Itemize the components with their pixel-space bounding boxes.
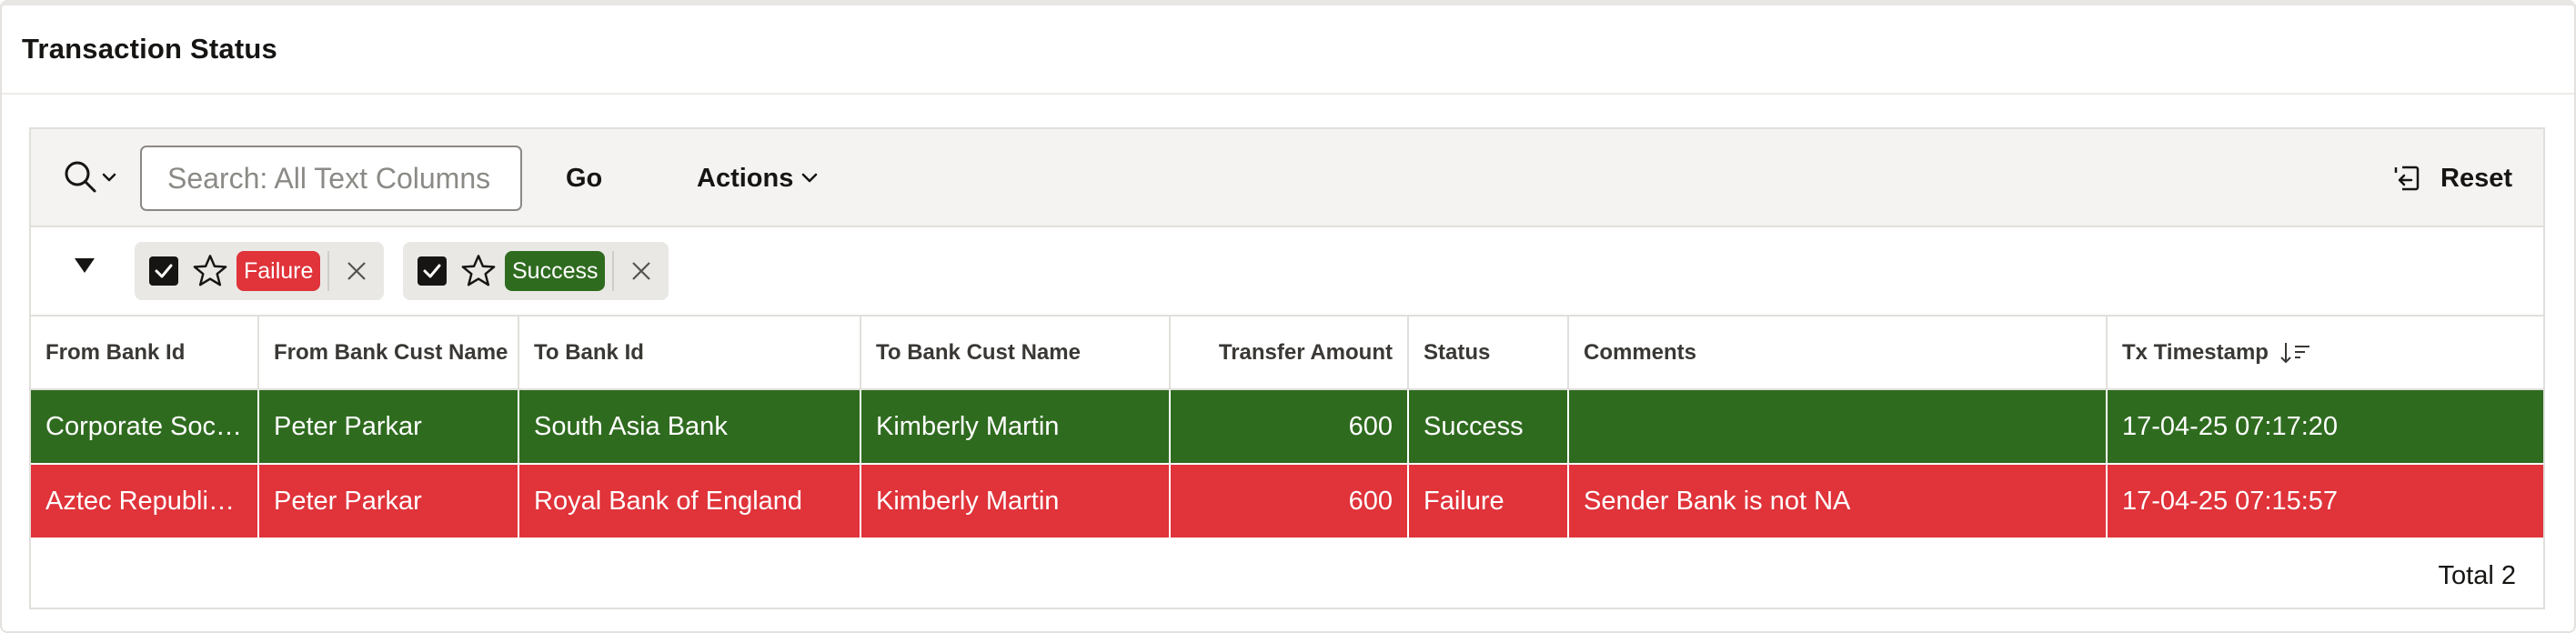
actions-menu-button[interactable]: Actions <box>679 146 837 211</box>
go-button[interactable]: Go <box>546 146 622 211</box>
region-header: Transaction Status <box>2 5 2574 95</box>
star-icon[interactable] <box>191 252 229 290</box>
close-icon <box>632 262 651 280</box>
cell-to-bank-id: Royal Bank of England <box>518 464 861 539</box>
transaction-status-region: Transaction Status Go Actions <box>0 0 2576 633</box>
actions-label: Actions <box>697 164 794 193</box>
filter-enable-checkbox[interactable] <box>418 256 447 286</box>
filter-label[interactable]: Failure <box>236 251 321 291</box>
filter-enable-checkbox[interactable] <box>149 256 178 286</box>
highlight-filters-bar: Failure Success <box>31 227 2543 316</box>
cell-to-bank-cust-name: Kimberly Martin <box>860 389 1171 465</box>
cell-tx-timestamp: 17-04-25 07:17:20 <box>2107 389 2543 465</box>
cell-from-bank-id: Corporate Soci… <box>31 389 259 465</box>
cell-tx-timestamp: 17-04-25 07:15:57 <box>2107 464 2543 539</box>
search-icon <box>65 161 116 193</box>
close-icon <box>347 262 367 280</box>
table-row: Corporate Soci… Peter Parkar South Asia … <box>31 389 2543 465</box>
cell-to-bank-id: South Asia Bank <box>518 389 861 465</box>
filter-label[interactable]: Success <box>505 251 606 291</box>
cell-transfer-amount: 600 <box>1170 464 1409 539</box>
cell-transfer-amount: 600 <box>1170 389 1409 465</box>
column-header-comments[interactable]: Comments <box>1568 316 2108 390</box>
row-count-total: Total 2 <box>2438 561 2516 590</box>
star-icon[interactable] <box>459 252 498 290</box>
remove-filter-button[interactable] <box>614 242 669 300</box>
cell-comments <box>1568 389 2108 465</box>
cell-status: Failure <box>1408 464 1569 539</box>
chevron-down-icon <box>802 173 818 183</box>
column-header-status[interactable]: Status <box>1408 316 1569 390</box>
interactive-report: Go Actions Reset <box>29 127 2545 609</box>
column-header-from-bank-cust-name[interactable]: From Bank Cust Name <box>258 316 519 390</box>
table-header-row: From Bank Id From Bank Cust Name To Bank… <box>31 316 2543 390</box>
cell-from-bank-cust-name: Peter Parkar <box>258 389 519 465</box>
checkmark-icon <box>155 264 173 278</box>
reset-label: Reset <box>2440 163 2512 193</box>
report-toolbar: Go Actions Reset <box>31 129 2543 227</box>
collapse-filters-toggle[interactable] <box>75 258 95 273</box>
filter-chip-failure: Failure <box>135 242 385 300</box>
column-header-label: Tx Timestamp <box>2122 339 2269 365</box>
cell-to-bank-cust-name: Kimberly Martin <box>860 464 1171 539</box>
column-header-from-bank-id[interactable]: From Bank Id <box>31 316 259 390</box>
table-row: Aztec Republic… Peter Parkar Royal Bank … <box>31 464 2543 539</box>
report-table: From Bank Id From Bank Cust Name To Bank… <box>31 316 2543 539</box>
column-header-to-bank-cust-name[interactable]: To Bank Cust Name <box>860 316 1171 390</box>
column-search-menu-button[interactable] <box>62 158 126 198</box>
cell-comments: Sender Bank is not NA <box>1568 464 2108 539</box>
reset-icon <box>2394 166 2420 191</box>
cell-from-bank-cust-name: Peter Parkar <box>258 464 519 539</box>
sort-descending-icon <box>2279 343 2309 364</box>
remove-filter-button[interactable] <box>329 242 384 300</box>
cell-status: Success <box>1408 389 1569 465</box>
region-title: Transaction Status <box>22 33 277 65</box>
search-input[interactable] <box>140 146 522 211</box>
column-header-to-bank-id[interactable]: To Bank Id <box>518 316 861 390</box>
column-header-tx-timestamp[interactable]: Tx Timestamp <box>2107 316 2543 390</box>
checkmark-icon <box>423 264 441 278</box>
reset-button[interactable]: Reset <box>2384 146 2521 211</box>
cell-from-bank-id: Aztec Republic… <box>31 464 259 539</box>
filter-chip-success: Success <box>403 242 669 300</box>
column-header-transfer-amount[interactable]: Transfer Amount <box>1170 316 1409 390</box>
